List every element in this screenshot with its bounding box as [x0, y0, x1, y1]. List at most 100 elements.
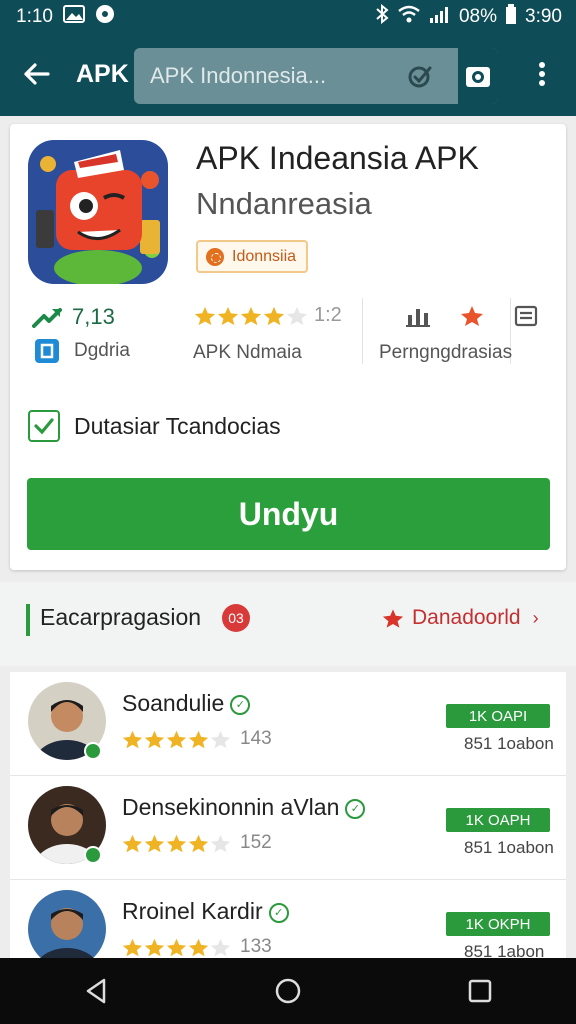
star-filled-icon	[240, 306, 262, 325]
reviewer-name: Soandulie ✓	[122, 690, 251, 717]
rating-count: 133	[240, 936, 272, 957]
section-accent	[26, 604, 30, 636]
star-filled-icon	[263, 306, 285, 325]
review-sub: 851 1oabon	[464, 838, 554, 857]
category-stat: Dgdria	[34, 338, 130, 364]
circle-home-icon	[275, 978, 301, 1004]
rating-value: 1:2	[314, 304, 342, 326]
list-item[interactable]: Rroinel Kardir ✓ 133 1K OKPH 851 1abon	[10, 880, 566, 962]
star-rating	[122, 833, 231, 854]
bluetooth-icon	[375, 3, 389, 30]
star-half-icon	[210, 730, 231, 748]
favorite-star-icon[interactable]	[460, 305, 484, 332]
search-clear-icon	[408, 66, 432, 88]
nav-home-button[interactable]	[258, 961, 318, 1021]
list-icon[interactable]	[514, 304, 538, 333]
star-filled-icon	[144, 938, 165, 956]
camera-search-button[interactable]	[458, 48, 498, 104]
image-icon	[62, 5, 85, 29]
star-filled-icon	[166, 730, 187, 748]
verified-icon: ✓	[230, 694, 251, 715]
permissions-label[interactable]: Perngngdrasias	[379, 342, 512, 364]
checkbox-row[interactable]: Dutasiar Tcandocias	[28, 410, 281, 442]
star-half-icon	[210, 938, 231, 956]
badge-icon	[206, 247, 224, 266]
list-item[interactable]: Densekinonnin aVlan ✓ 152 1K OAPH 851 1oa…	[10, 776, 566, 880]
battery-icon	[505, 4, 517, 30]
rating-count: 143	[240, 728, 272, 749]
review-tag[interactable]: 1K OAPH	[446, 808, 550, 832]
checkbox[interactable]	[28, 410, 60, 442]
star-filled-icon	[122, 730, 143, 748]
chevron-right-icon: ›	[532, 607, 539, 628]
star-filled-icon	[217, 306, 239, 325]
nav-recents-button[interactable]	[450, 961, 510, 1021]
review-tag[interactable]: 1K OKPH	[446, 912, 550, 936]
notification-dot-icon	[95, 4, 115, 30]
status-bar: 1:10 08% 3:90	[0, 0, 576, 34]
stat-divider	[362, 298, 363, 364]
triangle-back-icon	[86, 978, 106, 1004]
section-title: Eacarpragasion	[40, 604, 202, 630]
trending-up-icon	[32, 308, 62, 328]
star-rating	[122, 937, 231, 958]
star-filled-icon	[166, 834, 187, 852]
list-item[interactable]: Soandulie ✓ 143 1K OAPI 851 1oabon	[10, 672, 566, 776]
app-bar: APK	[0, 34, 576, 116]
reviewer-name: Rroinel Kardir ✓	[122, 898, 289, 925]
star-filled-icon	[188, 834, 209, 852]
star-half-icon	[210, 834, 231, 852]
star-filled-icon	[122, 834, 143, 852]
signal-icon	[429, 5, 451, 29]
more-vert-icon	[539, 62, 545, 86]
square-recents-icon	[468, 979, 492, 1003]
app-bar-title: APK	[76, 60, 129, 88]
category-label: Dgdria	[74, 340, 130, 361]
star-filled-icon	[194, 306, 216, 325]
star-filled-icon	[188, 938, 209, 956]
review-list: Soandulie ✓ 143 1K OAPI 851 1oabon Densek…	[10, 672, 566, 962]
review-sub: 851 1oabon	[464, 734, 554, 753]
action-icons	[406, 304, 538, 333]
search-input[interactable]	[150, 63, 390, 89]
verified-icon: ✓	[268, 902, 289, 923]
download-button[interactable]: Undyu	[27, 478, 550, 550]
nav-back-button[interactable]	[66, 961, 126, 1021]
star-filled-icon	[144, 730, 165, 748]
section-header: Eacarpragasion 03 Danadoorld ›	[0, 582, 576, 666]
reviewer-stars: 133	[122, 936, 272, 958]
star-half-icon	[286, 306, 308, 325]
section-link-label: Danadoorld	[412, 606, 521, 629]
back-button[interactable]	[18, 56, 54, 92]
wifi-icon	[397, 5, 421, 29]
overflow-menu-button[interactable]	[528, 56, 556, 92]
reviewer-stars: 152	[122, 832, 272, 854]
star-filled-icon	[166, 938, 187, 956]
star-filled-icon	[122, 938, 143, 956]
star-icon	[382, 608, 404, 628]
app-icon[interactable]	[28, 140, 168, 286]
avatar[interactable]	[28, 890, 106, 962]
review-tag[interactable]: 1K OAPI	[446, 704, 550, 728]
app-subtitle: Nndanreasia	[196, 186, 372, 221]
reviewer-name: Densekinonnin aVlan ✓	[122, 794, 366, 821]
downloads-stat: 7,13	[32, 304, 115, 330]
status-time: 1:10	[16, 6, 53, 27]
section-link[interactable]: Danadoorld ›	[382, 606, 539, 630]
reviewer-stars: 143	[122, 728, 272, 750]
section-count-badge: 03	[222, 604, 250, 632]
search-box[interactable]	[134, 48, 498, 104]
system-nav-bar	[0, 958, 576, 1024]
search-clear-button[interactable]	[406, 62, 436, 92]
verified-icon: ✓	[345, 798, 366, 819]
rating-stat: 1:2	[194, 304, 342, 327]
badge-label: Idonnsiia	[232, 247, 297, 265]
checkbox-label: Dutasiar Tcandocias	[74, 412, 281, 439]
downloads-value: 7,13	[72, 304, 115, 329]
rating-count: 152	[240, 832, 272, 853]
star-rating	[122, 729, 231, 750]
chart-icon[interactable]	[406, 305, 430, 332]
app-detail-card: APK Indeansia APK Nndanreasia Idonnsiia …	[10, 124, 566, 570]
status-clock: 3:90	[525, 6, 562, 27]
country-badge[interactable]: Idonnsiia	[196, 240, 309, 273]
